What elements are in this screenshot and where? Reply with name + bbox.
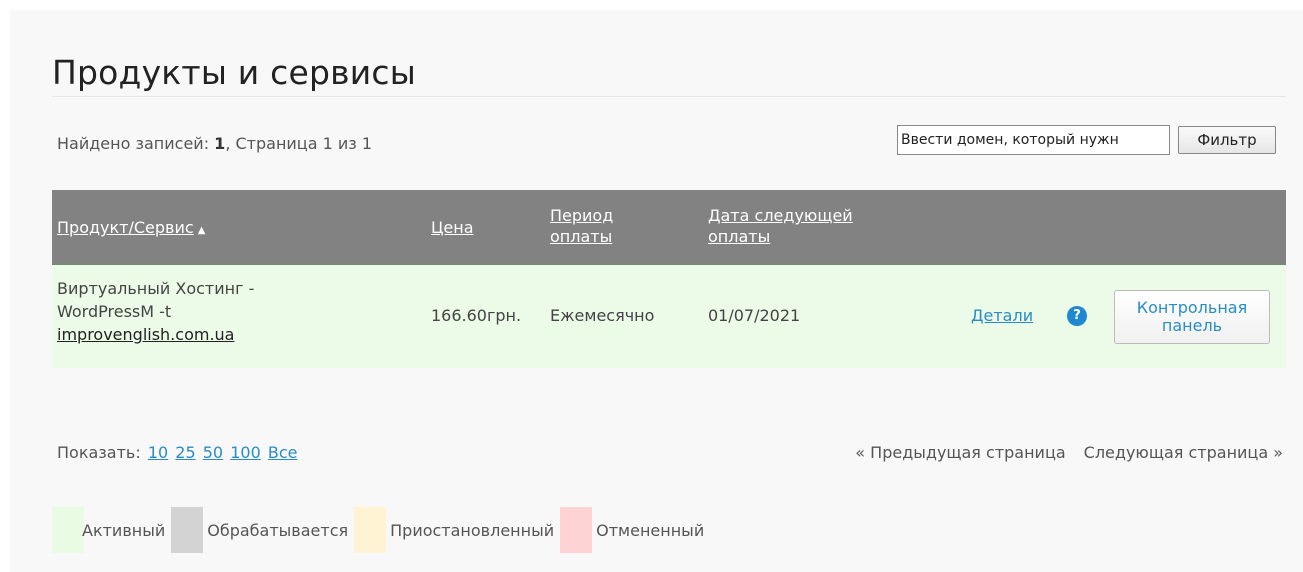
pagination: « Предыдущая страница Следующая страница …	[855, 443, 1283, 462]
page-size-100-link[interactable]: 100	[230, 443, 261, 462]
next-page-link[interactable]: Следующая страница »	[1084, 443, 1283, 462]
product-name-line2: WordPressM -t	[57, 302, 172, 321]
column-header-next-due[interactable]: Дата следующей оплаты	[708, 205, 853, 247]
legend-swatch-processing	[171, 507, 204, 553]
page-title: Продукты и сервисы	[52, 53, 417, 93]
next-due-date-cell: 01/07/2021	[708, 306, 801, 325]
records-summary-prefix: Найдено записей:	[57, 134, 215, 153]
filter-button[interactable]: Фильтр	[1178, 126, 1276, 154]
legend-swatch-cancelled	[560, 507, 593, 553]
legend-swatch-active	[52, 507, 84, 553]
column-header-product[interactable]: Продукт/Сервис ▲	[57, 217, 205, 241]
page-size-25-link[interactable]: 25	[175, 443, 195, 462]
legend-label-suspended: Приостановленный	[390, 520, 555, 540]
table-row[interactable]: Виртуальный Хостинг - WordPressM -t impr…	[52, 264, 1286, 368]
product-name-line1: Виртуальный Хостинг -	[57, 279, 255, 298]
page-size-10-link[interactable]: 10	[148, 443, 168, 462]
billing-period-cell: Ежемесячно	[550, 306, 655, 325]
column-header-period[interactable]: Период оплаты	[550, 205, 613, 247]
legend-swatch-suspended	[354, 507, 387, 553]
page-size-label: Показать:	[57, 443, 141, 462]
control-panel-button[interactable]: Контрольная панель	[1114, 290, 1270, 344]
title-divider	[52, 96, 1286, 97]
records-summary: Найдено записей: 1, Страница 1 из 1	[57, 134, 372, 153]
control-panel-button-line2[interactable]: панель	[1162, 316, 1222, 335]
page-size-selector: Показать: 10 25 50 100 Все	[57, 443, 297, 462]
legend-label-active: Активный	[82, 520, 166, 540]
column-header-period-line1[interactable]: Период	[550, 206, 613, 225]
status-legend: Активный Обрабатывается Приостановленный…	[52, 507, 710, 553]
product-cell: Виртуальный Хостинг - WordPressM -t impr…	[57, 277, 254, 346]
column-header-product-label[interactable]: Продукт/Сервис	[57, 218, 194, 237]
records-count: 1	[214, 134, 226, 153]
details-link[interactable]: Детали	[971, 306, 1033, 325]
legend-label-cancelled: Отмененный	[596, 520, 705, 540]
column-header-next-due-line1[interactable]: Дата следующей	[708, 206, 853, 225]
price-cell: 166.60грн.	[431, 306, 522, 325]
column-header-price[interactable]: Цена	[431, 217, 474, 238]
column-header-next-due-line2[interactable]: оплаты	[708, 227, 770, 246]
previous-page-link[interactable]: « Предыдущая страница	[855, 443, 1065, 462]
sort-ascending-icon: ▲	[197, 225, 206, 236]
help-question-icon[interactable]: ?	[1067, 306, 1087, 326]
domain-filter-input[interactable]	[897, 125, 1170, 155]
page-size-all-link[interactable]: Все	[268, 443, 298, 462]
column-header-period-line2[interactable]: оплаты	[550, 227, 612, 246]
product-domain-link[interactable]: improvenglish.com.ua	[57, 323, 254, 346]
table-header: Продукт/Сервис ▲ Цена Период оплаты Дата с…	[52, 190, 1286, 264]
control-panel-button-line1[interactable]: Контрольная	[1137, 298, 1247, 317]
legend-label-processing: Обрабатывается	[207, 520, 349, 540]
page-size-50-link[interactable]: 50	[203, 443, 223, 462]
records-summary-suffix: , Страница 1 из 1	[225, 134, 373, 153]
